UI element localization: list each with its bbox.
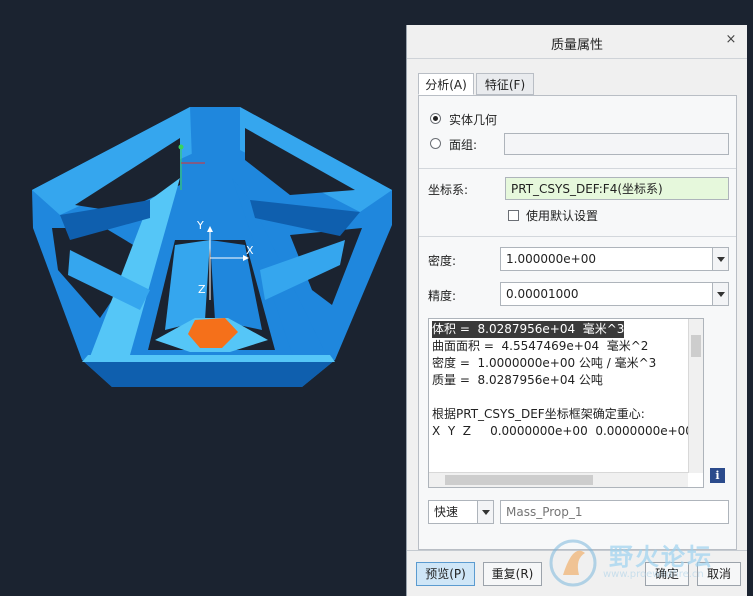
radio-quilt[interactable] bbox=[430, 138, 441, 149]
mode-select[interactable]: 快速 bbox=[428, 500, 494, 524]
chevron-down-icon[interactable] bbox=[477, 501, 493, 523]
vertical-scroll-thumb[interactable] bbox=[691, 335, 701, 357]
solid-geometry-label: 实体几何 bbox=[449, 113, 498, 127]
result-cog-heading: 根据PRT_CSYS_DEF坐标框架确定重心: bbox=[432, 407, 645, 421]
model-viewport[interactable]: Y X Z bbox=[0, 0, 406, 596]
tab-feature[interactable]: 特征(F) bbox=[476, 73, 534, 95]
part-model[interactable] bbox=[0, 0, 406, 596]
divider bbox=[419, 236, 736, 237]
density-input[interactable]: 1.000000e+00 bbox=[500, 247, 729, 271]
coord-system-field[interactable]: PRT_CSYS_DEF:F4(坐标系) bbox=[505, 177, 729, 200]
result-volume: 体积 = 8.0287956e+04 毫米^3 bbox=[432, 321, 625, 338]
results-text-area[interactable]: 体积 = 8.0287956e+04 毫米^3 曲面面积 = 4.5547469… bbox=[428, 318, 704, 488]
info-icon[interactable]: i bbox=[710, 468, 725, 483]
density-value: 1.000000e+00 bbox=[506, 252, 596, 266]
divider bbox=[419, 168, 736, 169]
horizontal-scroll-thumb[interactable] bbox=[445, 475, 593, 485]
results-vertical-scrollbar[interactable] bbox=[688, 319, 703, 473]
result-mass: 质量 = 8.0287956e+04 公吨 bbox=[432, 373, 603, 387]
result-density: 密度 = 1.0000000e+00 公吨 / 毫米^3 bbox=[432, 356, 657, 370]
result-cog-xyz: X Y Z 0.0000000e+00 0.0000000e+00 bbox=[432, 424, 693, 438]
watermark-text: 野火论坛 bbox=[609, 543, 713, 571]
y-axis-label: Y bbox=[197, 219, 204, 232]
csys-origin-icon bbox=[178, 144, 184, 150]
watermark: 野火论坛 www.proewildfire.cn bbox=[545, 533, 753, 596]
watermark-url: www.proewildfire.cn bbox=[603, 569, 704, 580]
repeat-button[interactable]: 重复(R) bbox=[483, 562, 542, 586]
frame-bottom-band bbox=[82, 360, 335, 387]
accuracy-value: 0.00001000 bbox=[506, 287, 579, 301]
feature-name-input[interactable] bbox=[500, 500, 729, 524]
radio-solid-geometry[interactable] bbox=[430, 113, 441, 124]
frame-top-block bbox=[190, 107, 240, 160]
frame-bottom-top bbox=[82, 355, 335, 362]
preview-button[interactable]: 预览(P) bbox=[416, 562, 475, 586]
coord-system-label: 坐标系: bbox=[428, 183, 469, 197]
result-surface-area: 曲面面积 = 4.5547469e+04 毫米^2 bbox=[432, 339, 649, 353]
watermark-logo-icon bbox=[549, 539, 597, 587]
density-label: 密度: bbox=[428, 254, 457, 268]
dialog-title: 质量属性 bbox=[550, 38, 603, 53]
accuracy-input[interactable]: 0.00001000 bbox=[500, 282, 729, 306]
x-axis-label: X bbox=[246, 244, 254, 257]
close-icon[interactable]: × bbox=[723, 32, 739, 48]
accuracy-label: 精度: bbox=[428, 289, 457, 303]
tab-analysis[interactable]: 分析(A) bbox=[418, 73, 474, 95]
chevron-down-icon[interactable] bbox=[712, 248, 728, 270]
quilt-input[interactable] bbox=[504, 133, 729, 155]
z-axis-label: Z bbox=[198, 283, 206, 296]
mode-value: 快速 bbox=[434, 505, 459, 519]
results-horizontal-scrollbar[interactable] bbox=[429, 472, 688, 487]
chevron-down-icon[interactable] bbox=[712, 283, 728, 305]
dialog-titlebar[interactable]: 质量属性 × bbox=[407, 25, 747, 59]
use-default-label: 使用默认设置 bbox=[526, 209, 599, 223]
quilt-label: 面组: bbox=[449, 138, 478, 152]
use-default-checkbox[interactable] bbox=[508, 210, 519, 221]
